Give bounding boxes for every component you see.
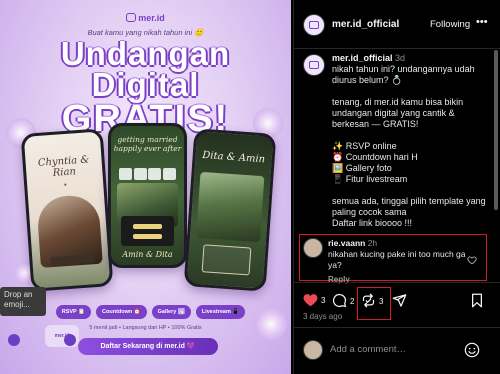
- avatar[interactable]: [303, 54, 325, 76]
- flower-decoration: [255, 308, 287, 340]
- post-image[interactable]: mer.id Buat kamu yang nikah tahun ini 🙂 …: [0, 0, 291, 374]
- post-side-panel: mer.id_official Following ••• mer.id_off…: [293, 0, 500, 374]
- brand-logo: mer.id: [0, 13, 291, 23]
- sticker-icon: [8, 334, 20, 346]
- avatar: [303, 340, 323, 360]
- caption-line: Daftar link bioooo !!!: [332, 218, 413, 228]
- add-comment-bar: Add a comment…: [294, 327, 500, 374]
- share-button[interactable]: [392, 293, 407, 308]
- caption-line: semua ada, tinggal pilih template yang p…: [332, 196, 486, 217]
- comment-username[interactable]: rie.vaann: [328, 238, 365, 248]
- chip: Gallery 🖼: [151, 305, 191, 319]
- heart-icon: [303, 294, 318, 307]
- comment-text: nikahan kucing pake ini too much ga ya?: [328, 249, 466, 270]
- couple-photo: [195, 171, 265, 243]
- emoji-tooltip: Drop an emoji...: [0, 287, 46, 316]
- countdown-boxes: [119, 168, 176, 180]
- send-icon: [392, 294, 407, 307]
- like-count: 3: [321, 296, 326, 305]
- chip: RSVP 📋: [55, 305, 92, 319]
- promo-headline: Undangan Digital GRATIS!: [60, 35, 231, 140]
- sticker-icon: [64, 334, 76, 346]
- caption-username[interactable]: mer.id_official: [332, 53, 393, 63]
- chip: Countdown ⏰: [96, 305, 147, 319]
- comment-like-icon[interactable]: [467, 255, 477, 268]
- post-header: mer.id_official Following •••: [294, 0, 500, 49]
- caption-line: tenang, di mer.id kamu bisa bikin undang…: [332, 97, 464, 129]
- comment-count: 2: [350, 297, 355, 306]
- feature-chips: RSVP 📋 Countdown ⏰ Gallery 🖼 Livestream …: [50, 305, 251, 319]
- phone-mockup-center: getting married happily ever after Amin …: [108, 123, 187, 268]
- add-comment-input[interactable]: Add a comment…: [330, 344, 406, 355]
- bookmark-icon: [470, 293, 484, 308]
- caption-time: 3d: [395, 53, 406, 63]
- caption-line: nikah tahun ini? undangannya udah diurus…: [332, 64, 475, 85]
- comment-button[interactable]: 2: [332, 293, 354, 308]
- scrollbar[interactable]: [493, 49, 499, 274]
- comment-item: rie.vaann 2h nikahan kucing pake ini too…: [299, 234, 487, 284]
- comment-time: 2h: [367, 238, 378, 248]
- repost-button[interactable]: 3: [361, 293, 383, 308]
- cta-banner: Daftar Sekarang di mer.id 💜: [78, 338, 218, 355]
- promo-subtext: 5 menit jadi • Langsung dari HP • 100% G…: [89, 325, 202, 331]
- header-username[interactable]: mer.id_official: [332, 19, 399, 30]
- feature-list: ✨ RSVP online ⏰ Countdown hari H 🖼️ Gall…: [332, 141, 418, 184]
- repost-count: 3: [379, 297, 384, 306]
- repost-icon: [361, 293, 376, 308]
- phone-mockup-right: Dita & Amin: [183, 128, 277, 292]
- save-button[interactable]: [470, 293, 484, 308]
- comment-bubble-icon: [332, 293, 347, 308]
- emoji-icon[interactable]: [464, 342, 480, 363]
- chip: Livestream 📱: [195, 305, 246, 319]
- following-button[interactable]: Following: [430, 19, 470, 30]
- more-options-icon[interactable]: •••: [476, 16, 488, 28]
- phone-mockup-left: Chyntia & Rian ●: [20, 128, 114, 292]
- avatar[interactable]: [303, 238, 323, 258]
- like-button[interactable]: 3: [303, 293, 325, 307]
- avatar[interactable]: [303, 14, 325, 36]
- post-timestamp: 3 days ago: [303, 312, 343, 321]
